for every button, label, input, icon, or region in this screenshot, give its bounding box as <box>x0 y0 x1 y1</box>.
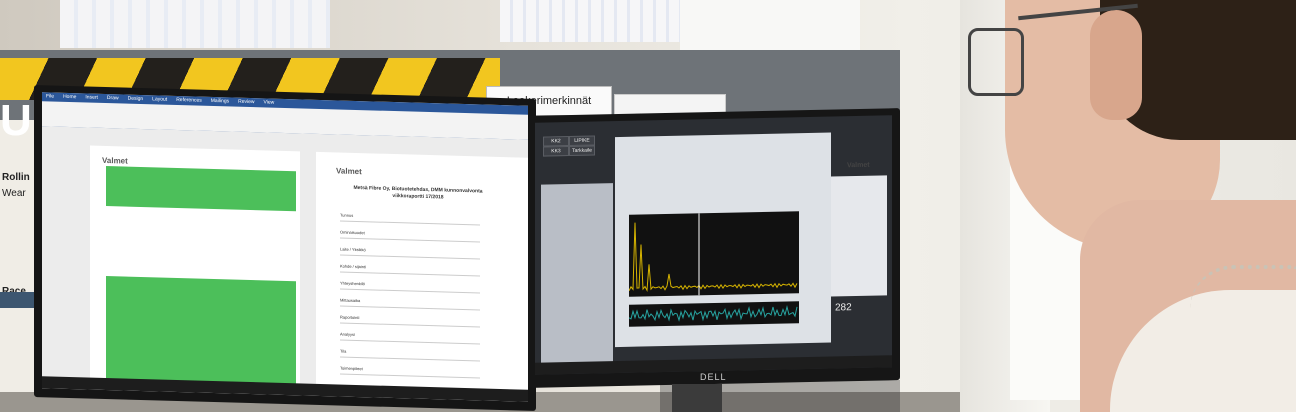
table-cell: Analyysi <box>340 331 355 337</box>
document-page-right: Valmet Metsä Fibre Oy, Biotuotetehdas, D… <box>316 151 528 398</box>
table-cell: Raportointi <box>340 314 360 321</box>
table-row: Mittausaika <box>340 297 480 311</box>
poster-letter: U <box>0 96 32 145</box>
table-row: Tunnus <box>340 212 480 226</box>
side-panel <box>831 175 887 297</box>
nav-button[interactable]: LIPIKE <box>569 135 595 147</box>
valmet-logo: Valmet <box>102 155 128 166</box>
table-row: Kohde / sijainti <box>340 263 480 277</box>
curtain <box>500 0 700 42</box>
ribbon-tab[interactable]: File <box>46 93 54 99</box>
table-cell: Tila <box>340 348 347 354</box>
table-row: Analyysi <box>340 331 480 345</box>
machine-list-panel <box>541 183 613 365</box>
table-cell: Ominaisuudet <box>340 229 365 236</box>
table-row: Ominaisuudet <box>340 229 480 243</box>
curtain <box>60 0 330 48</box>
nav-button[interactable]: Tarkkaile <box>569 145 595 157</box>
table-cell: Yhteyshenkilö <box>340 280 365 287</box>
table-row: Raportointi <box>340 314 480 328</box>
ribbon-tab[interactable]: Insert <box>85 94 98 100</box>
ribbon-tab[interactable]: Layout <box>152 96 167 102</box>
spectrum-line <box>628 222 798 293</box>
trend-chart <box>628 301 799 327</box>
ribbon-tab[interactable]: Design <box>128 96 144 102</box>
table-row: Yhteyshenkilö <box>340 280 480 294</box>
document-title: Metsä Fibre Oy, Biotuotetehdas, DMM kunn… <box>353 184 483 201</box>
analysis-window <box>615 132 831 348</box>
table-row: Tila <box>340 348 480 362</box>
table-cell: Kohde / sijainti <box>340 263 367 270</box>
ribbon-tab[interactable]: Home <box>63 94 76 100</box>
ribbon-tab[interactable]: Mailings <box>211 98 229 105</box>
spectrum-chart <box>628 211 799 297</box>
valmet-logo: Valmet <box>336 166 362 177</box>
ribbon-tab[interactable]: Draw <box>107 95 119 101</box>
right-screen: KK2 LIPIKE KK3 Tarkkaile Valmet 282 <box>535 115 892 375</box>
monitor-brand: DELL <box>700 372 727 382</box>
monitor-stand <box>672 384 722 412</box>
nav-button[interactable]: KK2 <box>543 136 569 147</box>
left-screen: File Home Insert Draw Design Layout References… <box>42 92 528 402</box>
ribbon-tab[interactable]: References <box>176 97 202 104</box>
table-row: Laite / Yksikkö <box>340 246 480 260</box>
readout-value: 282 <box>835 302 852 314</box>
poster-text: Rollin Wear Race Da <box>2 172 38 310</box>
poster-subheading: Wear <box>2 188 26 199</box>
nav-button[interactable]: KK3 <box>543 146 569 157</box>
image-placeholder <box>106 276 296 392</box>
glasses <box>968 28 1024 96</box>
spectrum-plot <box>628 213 798 296</box>
image-placeholder <box>106 166 296 212</box>
trend-line <box>628 304 798 322</box>
document-page-left: Valmet <box>90 145 300 392</box>
table-cell: Mittausaika <box>340 297 361 304</box>
table-row: Toimenpiteet <box>340 365 480 379</box>
poster-heading: Rollin <box>2 172 30 183</box>
trend-plot <box>628 304 798 322</box>
ribbon-tab[interactable]: View <box>264 99 275 105</box>
table-cell: Tunnus <box>340 212 354 218</box>
table-cell: Laite / Yksikkö <box>340 246 366 253</box>
document-table: Tunnus Ominaisuudet Laite / Yksikkö Kohde /… <box>316 152 528 379</box>
ribbon-tab[interactable]: Review <box>238 99 254 105</box>
table-cell: Toimenpiteet <box>340 365 363 372</box>
valmet-logo: Valmet <box>847 161 870 170</box>
person-ear <box>1090 10 1142 120</box>
